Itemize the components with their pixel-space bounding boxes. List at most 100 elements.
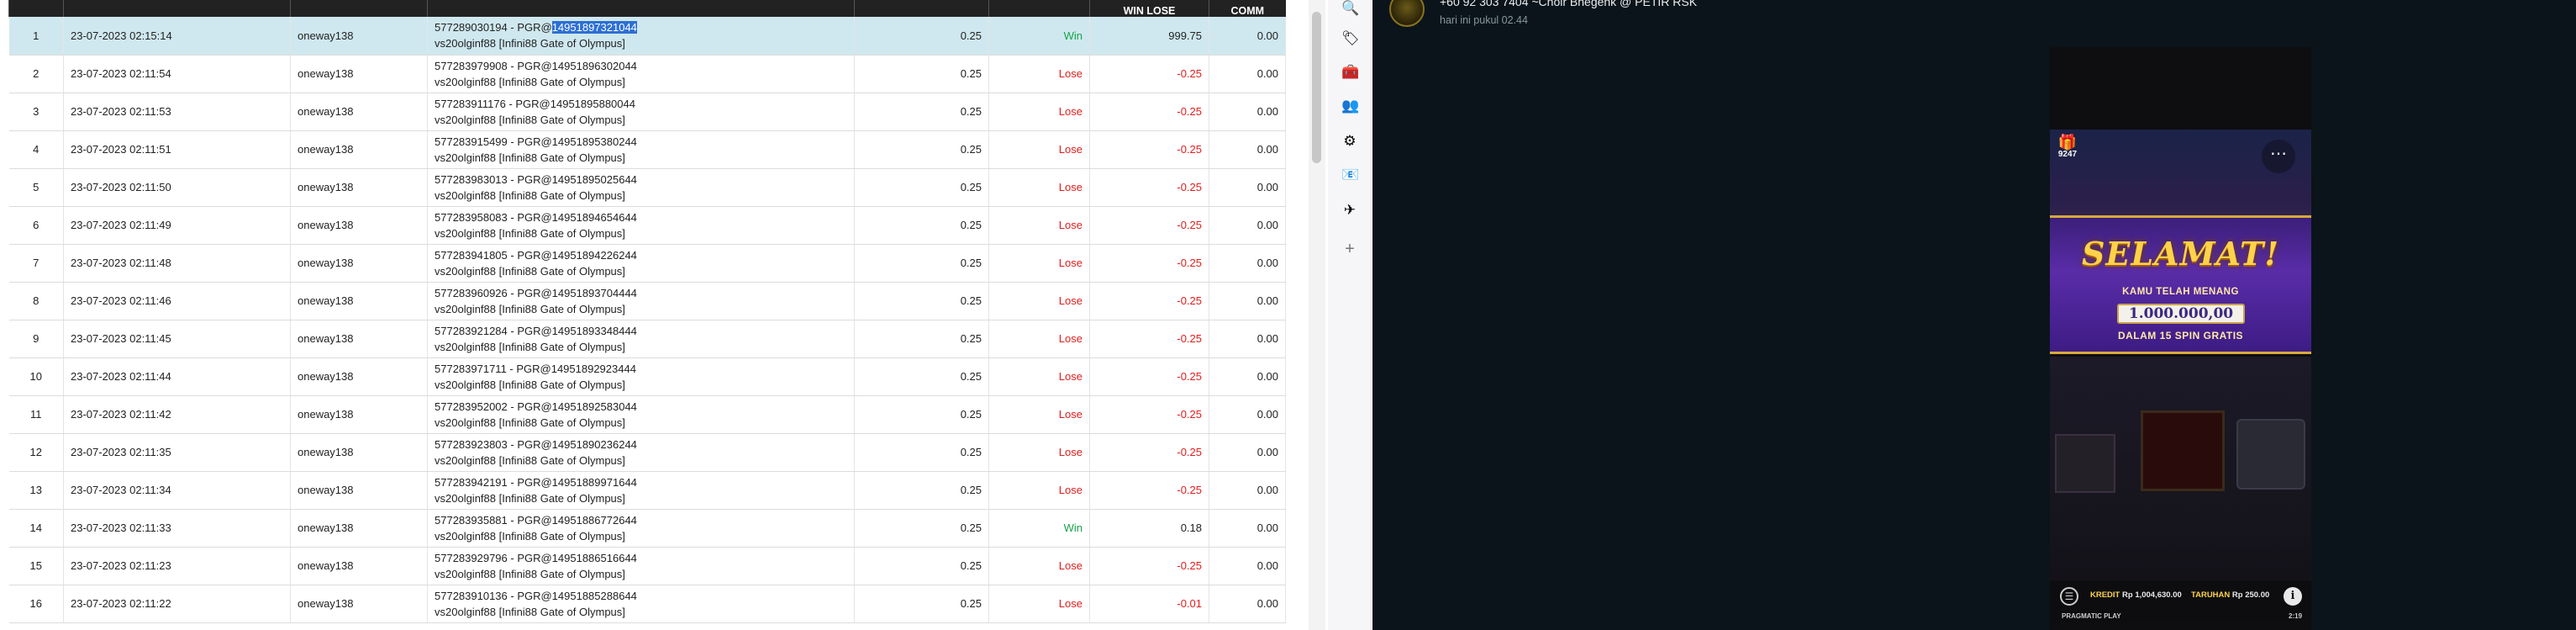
cell-detail[interactable]: 577283923803 - PGR@14951890236244 vs20olg… [427, 433, 855, 472]
game-footer: ☰ KREDIT Rp 1,004,630.00 TARUHAN Rp 250.… [2050, 580, 2311, 622]
send-icon[interactable]: ✈ [1341, 202, 1358, 219]
col-header-stake[interactable] [854, 0, 989, 17]
bet-value: Rp 250.00 [2231, 590, 2270, 600]
cell-detail[interactable]: 577283915499 - PGR@14951895380244 vs20olg… [427, 130, 855, 169]
win-banner-title: SELAMAT! [2081, 235, 2280, 273]
cell-user: oneway138 [290, 471, 428, 510]
cell-detail[interactable]: 577283910136 - PGR@14951885288644 vs20olg… [427, 585, 855, 623]
table-scroll-thumb[interactable] [1312, 12, 1321, 163]
table-row[interactable]: 3 23-07-2023 02:11:53 oneway138 57728391117… [8, 93, 1286, 131]
detail-ticket: 577283929796 - PGR@14951886516644 [435, 551, 637, 564]
cell-detail[interactable]: 577283911176 - PGR@14951895880044 vs20olg… [427, 93, 855, 131]
cell-detail[interactable]: 577283935881 - PGR@14951886772644 vs20olg… [427, 509, 855, 548]
avatar[interactable] [1389, 0, 1425, 27]
table-row[interactable]: 10 23-07-2023 02:11:44 oneway138 5772839717… [8, 357, 1286, 396]
table-row[interactable]: 5 23-07-2023 02:11:50 oneway138 57728398301… [8, 168, 1286, 207]
people-icon[interactable]: 👥 [1341, 98, 1359, 114]
detail-ticket: 577283910136 - PGR@14951885288644 [435, 589, 637, 602]
table-scrollbar[interactable] [1309, 0, 1325, 630]
detail-line-1: 577283958083 - PGR@14951894654644 [435, 209, 847, 225]
cell-detail[interactable]: 577283942191 - PGR@14951889971644 vs20olg… [427, 471, 855, 510]
detail-ticket: 577283923803 - PGR@14951890236244 [435, 437, 637, 451]
table-row[interactable]: 12 23-07-2023 02:11:35 oneway138 5772839238… [8, 433, 1286, 472]
cell-detail[interactable]: 577283929796 - PGR@14951886516644 vs20olg… [427, 547, 855, 585]
cell-date: 23-07-2023 02:11:44 [63, 357, 291, 396]
detail-ticket: 577283911176 - PGR@14951895880044 [435, 97, 635, 110]
cell-comm: 0.00 [1209, 282, 1286, 320]
cell-detail[interactable]: 577283921284 - PGR@14951893348444 vs20olg… [427, 320, 855, 358]
search-icon[interactable]: 🔍 [1341, 0, 1359, 17]
cell-win-lose: -0.25 [1089, 282, 1209, 320]
detail-line-1: 577283921284 - PGR@14951893348444 [435, 323, 847, 339]
cell-detail[interactable]: 577283952002 - PGR@14951892583044 vs20olg… [427, 395, 855, 434]
game-reel-frame [2141, 410, 2225, 491]
cell-stake: 0.25 [854, 55, 989, 93]
cell-detail[interactable]: 577283960926 - PGR@14951893704444 vs20olg… [427, 282, 855, 320]
col-header-date[interactable] [63, 0, 291, 17]
gift-badge[interactable]: 🎁 9247 [2055, 135, 2080, 160]
detail-ticket: 577283915499 - PGR@14951895380244 [435, 135, 637, 148]
cell-detail[interactable]: 577283983013 - PGR@14951895025644 vs20olg… [427, 168, 855, 207]
table-row[interactable]: 11 23-07-2023 02:11:42 oneway138 5772839520… [8, 395, 1286, 434]
table-row[interactable]: 6 23-07-2023 02:11:49 oneway138 57728395808… [8, 206, 1286, 245]
cell-detail[interactable]: 577283979908 - PGR@14951896302044 vs20olg… [427, 55, 855, 93]
outlook-icon[interactable]: 📧 [1341, 167, 1359, 183]
col-header-detail[interactable] [427, 0, 855, 17]
win-banner-footer: DALAM 15 SPIN GRATIS [2117, 330, 2244, 341]
detail-line-1: 577283929796 - PGR@14951886516644 [435, 550, 847, 566]
cell-detail[interactable]: 577283971711 - PGR@14951892923444 vs20olg… [427, 357, 855, 396]
cell-stake: 0.25 [854, 206, 989, 245]
cell-detail[interactable]: 577289030194 - PGR@14951897321044 vs20olg… [427, 17, 855, 56]
cell-comm: 0.00 [1209, 93, 1286, 131]
toolbox-icon[interactable]: 🧰 [1341, 64, 1359, 81]
detail-line-1: 577289030194 - PGR@14951897321044 [435, 19, 847, 35]
cell-date: 23-07-2023 02:11:23 [63, 547, 291, 585]
detail-highlight[interactable]: 14951897321044 [551, 21, 637, 34]
game-clock: 2:19 [2289, 612, 2303, 620]
cell-no: 8 [8, 282, 64, 320]
col-header-win-lose[interactable]: WIN LOSE [1089, 0, 1209, 17]
cell-status: Lose [988, 206, 1090, 245]
cell-date: 23-07-2023 02:11:45 [63, 320, 291, 358]
table-row[interactable]: 15 23-07-2023 02:11:23 oneway138 5772839297… [8, 547, 1286, 585]
cell-user: oneway138 [290, 55, 428, 93]
cell-user: oneway138 [290, 282, 428, 320]
table-row[interactable]: 8 23-07-2023 02:11:46 oneway138 57728396092… [8, 282, 1286, 320]
col-header-status[interactable] [988, 0, 1090, 17]
cell-date: 23-07-2023 02:11:34 [63, 471, 291, 510]
game-menu-icon[interactable]: ☰ [2060, 587, 2078, 606]
table-row[interactable]: 13 23-07-2023 02:11:34 oneway138 5772839421… [8, 471, 1286, 510]
col-header-no[interactable] [8, 0, 64, 17]
table-row[interactable]: 2 23-07-2023 02:11:54 oneway138 57728397990… [8, 55, 1286, 93]
col-header-user[interactable] [290, 0, 428, 17]
cell-no: 16 [8, 585, 64, 623]
table-row[interactable]: 16 23-07-2023 02:11:22 oneway138 5772839101… [8, 585, 1286, 623]
info-icon[interactable]: i [2284, 587, 2302, 606]
table-row[interactable]: 7 23-07-2023 02:11:48 oneway138 57728394180… [8, 244, 1286, 283]
cell-status: Lose [988, 471, 1090, 510]
cell-user: oneway138 [290, 17, 428, 56]
add-icon[interactable]: + [1341, 241, 1358, 257]
detail-line-1: 577283911176 - PGR@14951895880044 [435, 96, 847, 112]
cell-stake: 0.25 [854, 395, 989, 434]
cell-detail[interactable]: 577283958083 - PGR@14951894654644 vs20olg… [427, 206, 855, 245]
cell-date: 23-07-2023 02:11:35 [63, 433, 291, 472]
cell-comm: 0.00 [1209, 547, 1286, 585]
bet-history-pane: WIN LOSE COMM 1 23-07-2023 02:15:14 oneway… [0, 0, 1325, 630]
detail-line-1: 577283979908 - PGR@14951896302044 [435, 58, 847, 74]
tag-icon[interactable]: 🏷 [1341, 30, 1360, 47]
more-options-button[interactable]: ⋯ [2262, 140, 2295, 173]
cell-user: oneway138 [290, 168, 428, 207]
cell-detail[interactable]: 577283941805 - PGR@14951894226244 vs20olg… [427, 244, 855, 283]
detail-line-2: vs20olginf88 [Infini88 Gate of Olympus] [435, 453, 625, 467]
table-row[interactable]: 9 23-07-2023 02:11:45 oneway138 57728392128… [8, 320, 1286, 358]
col-header-comm[interactable]: COMM [1209, 0, 1286, 17]
detail-line-2: vs20olginf88 [Infini88 Gate of Olympus] [435, 416, 625, 429]
gear-icon[interactable]: ⚙ [1341, 133, 1358, 150]
table-row[interactable]: 4 23-07-2023 02:11:51 oneway138 57728391549… [8, 130, 1286, 169]
credit-display: KREDIT Rp 1,004,630.00 [2090, 590, 2182, 600]
cell-date: 23-07-2023 02:11:48 [63, 244, 291, 283]
cell-win-lose: -0.25 [1089, 206, 1209, 245]
table-row[interactable]: 1 23-07-2023 02:15:14 oneway138 57728903019… [8, 17, 1286, 56]
table-row[interactable]: 14 23-07-2023 02:11:33 oneway138 5772839358… [8, 509, 1286, 548]
